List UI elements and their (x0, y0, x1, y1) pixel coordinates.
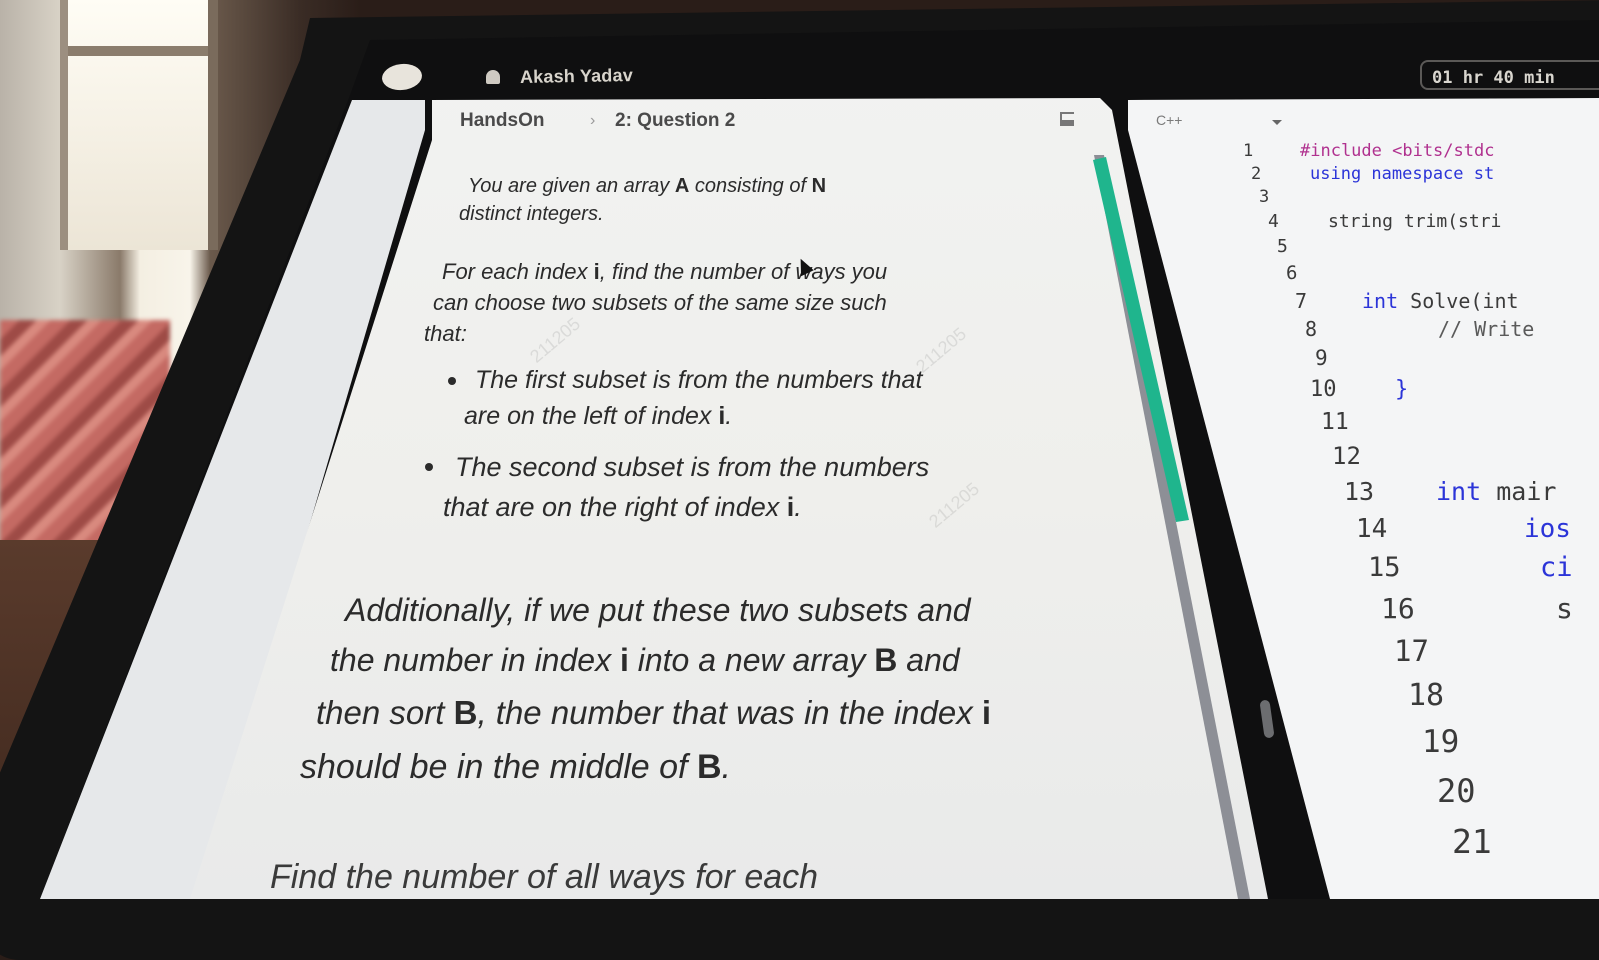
var-n: N (811, 175, 827, 197)
line-number: 16 (1381, 592, 1415, 625)
question-text: can choose two subsets of the same size … (433, 290, 887, 315)
breadcrumb-handson[interactable]: HandsOn (460, 110, 544, 132)
code-line-10[interactable]: } (1395, 377, 1408, 402)
keyword: int (1362, 289, 1399, 313)
text-span: You are given an array (468, 175, 670, 197)
line-number: 19 (1422, 724, 1460, 760)
code-line-14[interactable]: ios (1524, 514, 1571, 544)
bullet-icon (448, 377, 456, 385)
var-i: i (981, 694, 992, 731)
logo-icon[interactable] (380, 61, 424, 93)
question-text: the number in index i into a new array B… (330, 642, 960, 679)
breadcrumb-question[interactable]: 2: Question 2 (615, 110, 735, 132)
text-span: into a new array (637, 642, 866, 678)
code-line-2[interactable]: using namespace st (1310, 164, 1494, 184)
line-number: 7 (1295, 289, 1308, 313)
question-text: that are on the right of index i. (443, 492, 802, 523)
user-name: Akash Yadav (519, 65, 634, 87)
code-token: mair (1496, 477, 1557, 506)
code-line-1[interactable]: #include <bits/stdc (1300, 141, 1494, 161)
code-line-7[interactable]: int Solve(int (1362, 289, 1519, 313)
code-token: st (1473, 164, 1495, 184)
line-number: 3 (1259, 187, 1270, 207)
line-number: 13 (1344, 477, 1375, 506)
text-span: should be in the middle of (300, 748, 688, 786)
text-span: are on the left of index (464, 402, 712, 430)
line-number: 5 (1277, 236, 1288, 257)
line-number: 9 (1315, 346, 1328, 370)
text-span: . (721, 748, 731, 786)
var-b: B (696, 748, 722, 786)
question-text: You are given an array A consisting of N (468, 175, 826, 198)
line-number: 17 (1394, 634, 1429, 668)
line-number: 1 (1243, 141, 1254, 161)
text-span: then sort (316, 694, 445, 731)
line-number: 15 (1368, 552, 1401, 583)
line-number: 2 (1251, 164, 1262, 184)
keyword: using namespace (1310, 164, 1464, 184)
question-text: For each index i, find the number of way… (442, 259, 887, 285)
text-span: consisting of (694, 175, 806, 197)
text-span: For each index (442, 259, 588, 284)
question-text: that: (424, 321, 467, 346)
user-icon (486, 70, 500, 84)
code-line-8[interactable]: // Write (1438, 317, 1534, 341)
breadcrumb-separator-icon: › (590, 112, 596, 129)
text-span: . (794, 492, 802, 522)
line-number: 21 (1452, 822, 1492, 861)
var-i: i (619, 642, 629, 678)
question-text: distinct integers. (459, 203, 604, 225)
var-b: B (874, 642, 898, 678)
var-b: B (453, 694, 478, 731)
question-text: then sort B, the number that was in the … (316, 694, 991, 732)
question-text: The second subset is from the numbers (455, 452, 930, 482)
text-span: the number in index (330, 642, 612, 678)
text-span: , find the number of ways you (599, 259, 888, 284)
line-number: 14 (1356, 514, 1388, 544)
question-text: Find the number of all ways for each (270, 858, 819, 896)
timer: 01 hr 40 min (1420, 60, 1599, 90)
flag-icon[interactable] (1060, 112, 1074, 126)
line-number: 20 (1437, 772, 1476, 810)
question-text: should be in the middle of B. (300, 748, 731, 787)
text-span: that are on the right of index (443, 492, 780, 522)
line-number: 11 (1321, 409, 1349, 435)
code-line-13[interactable]: int mair (1436, 477, 1556, 506)
question-text: Additionally, if we put these two subset… (345, 592, 971, 628)
top-bar: Akash Yadav 01 hr 40 min (0, 0, 1599, 100)
bullet-icon (425, 463, 433, 471)
chevron-down-icon[interactable] (1272, 120, 1282, 125)
question-text: are on the left of index i. (464, 402, 732, 431)
line-number: 10 (1310, 377, 1337, 402)
question-text: The first subset is from the numbers tha… (475, 366, 923, 394)
text-span: and (906, 642, 960, 678)
line-number: 18 (1408, 678, 1445, 713)
line-number: 12 (1332, 442, 1361, 470)
line-number: 6 (1286, 262, 1298, 284)
code-line-16[interactable]: s (1556, 592, 1573, 625)
code-line-15[interactable]: ci (1540, 552, 1573, 583)
text-span: , the number that was in the index (477, 694, 973, 731)
line-number: 4 (1268, 211, 1279, 232)
line-number: 8 (1305, 317, 1318, 341)
keyword: int (1436, 477, 1482, 506)
code-token: Solve(int (1410, 289, 1519, 313)
language-select[interactable]: C++ (1156, 112, 1182, 128)
code-line-4[interactable]: string trim(stri (1328, 211, 1501, 232)
text-span: . (725, 402, 733, 430)
var-a: A (674, 175, 690, 197)
